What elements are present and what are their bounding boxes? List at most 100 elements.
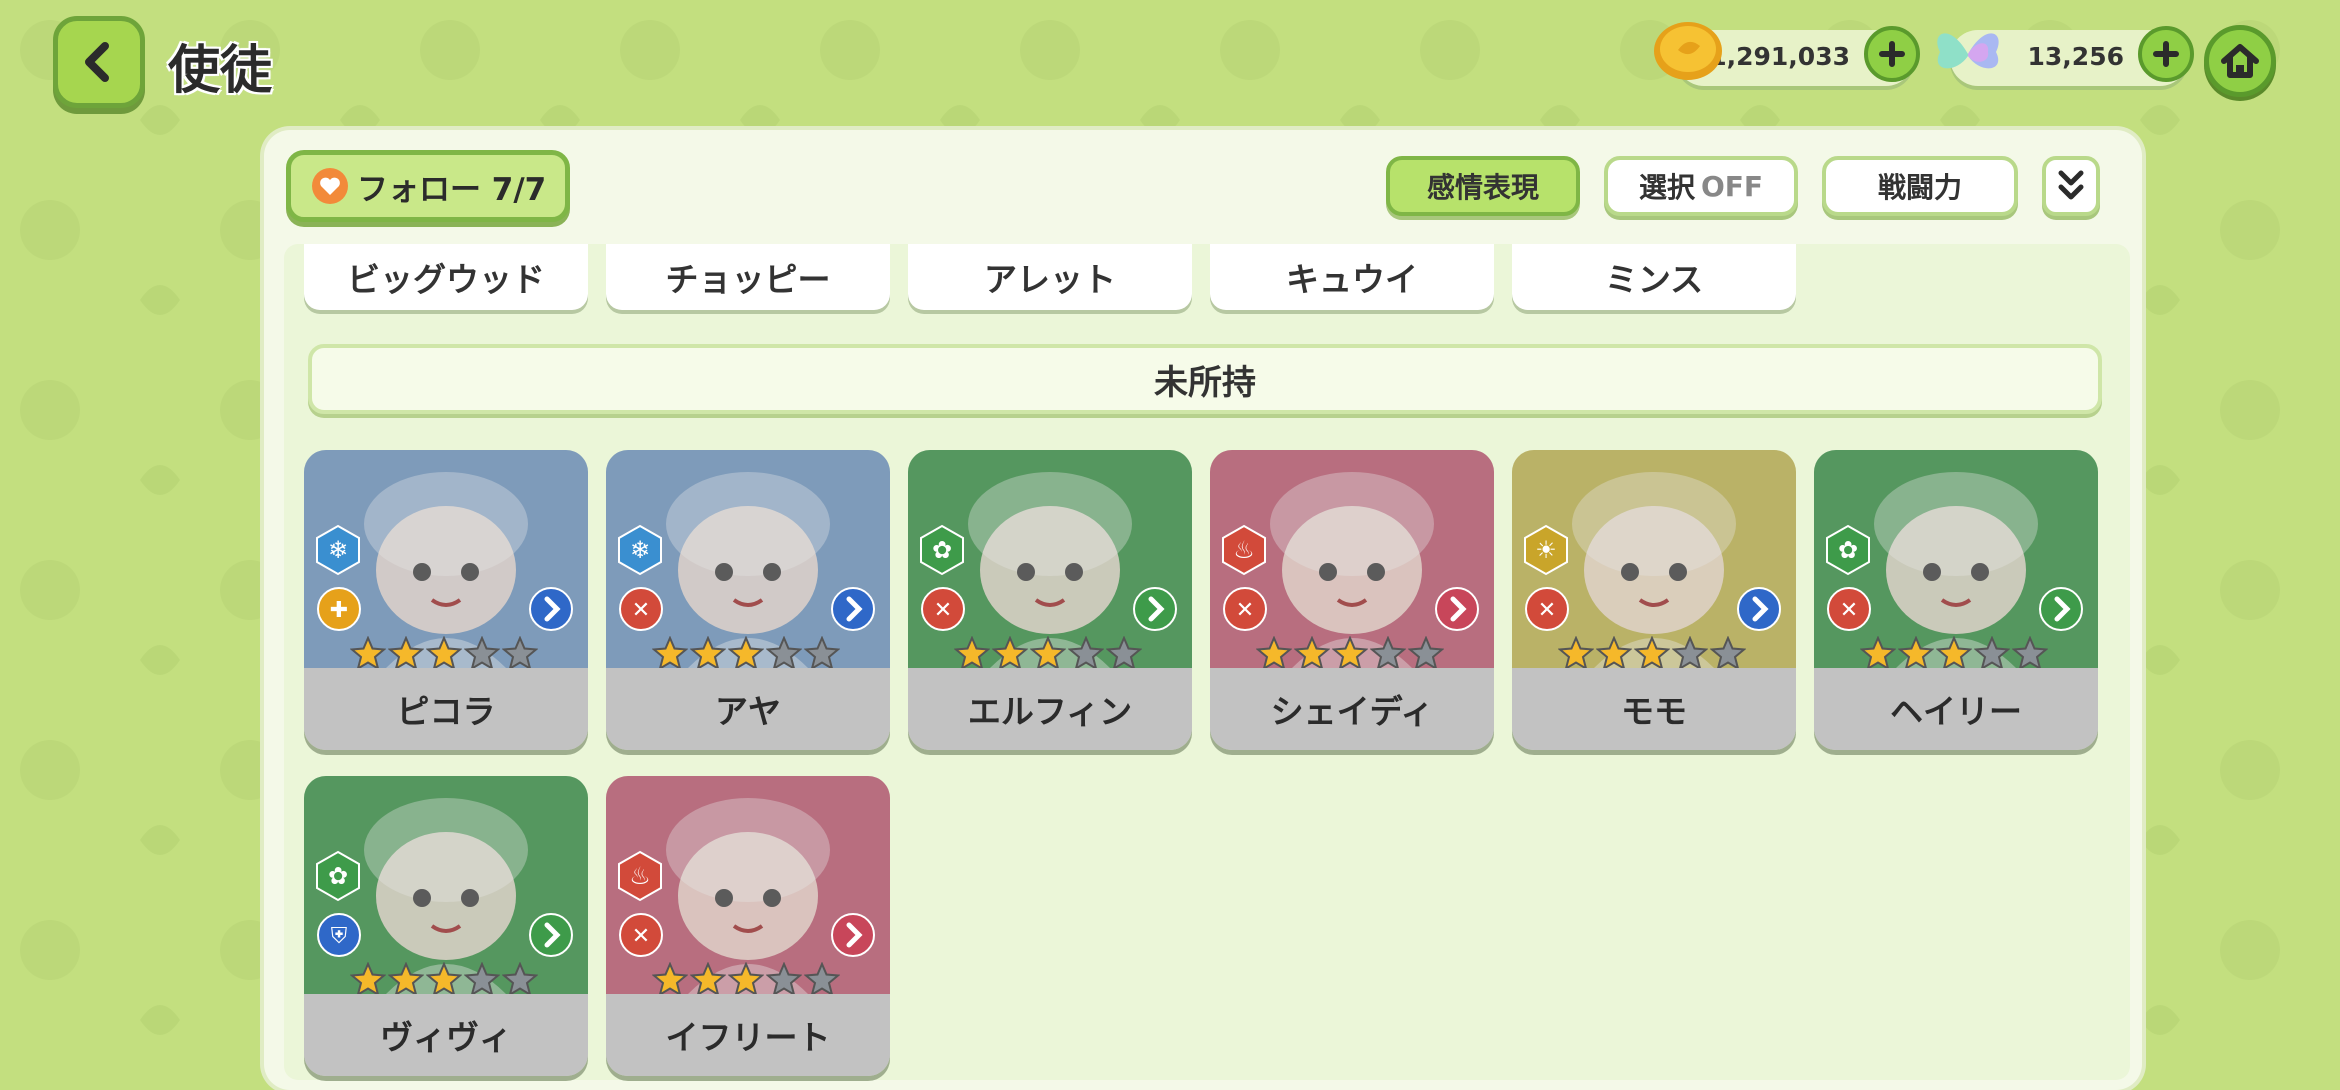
svg-text:✕: ✕ — [632, 924, 650, 949]
attack-role-icon: ✕ — [1826, 586, 1872, 632]
star-rating — [652, 962, 840, 998]
fire-element-icon: ♨ — [1220, 524, 1268, 576]
star-filled-icon — [652, 962, 688, 997]
gold-coin-icon — [1654, 22, 1722, 80]
character-card[interactable]: ♨ ✕ シェイディ — [1210, 450, 1494, 750]
chevron-left-icon — [85, 42, 109, 82]
character-name: ピコラ — [304, 668, 588, 750]
star-rating — [652, 636, 840, 672]
home-icon — [2221, 44, 2259, 78]
character-card[interactable]: ✿ ⛨ ヴィヴィ — [304, 776, 588, 1076]
gold-amount: 1,291,033 — [1709, 42, 1850, 71]
owned-character-tab[interactable]: チョッピー — [606, 244, 890, 310]
star-empty-icon — [804, 636, 840, 671]
star-empty-icon — [766, 636, 802, 671]
chevron-right-icon — [1132, 586, 1178, 632]
home-button[interactable] — [2204, 25, 2276, 97]
svg-text:❄: ❄ — [630, 536, 650, 564]
character-card[interactable]: ✿ ✕ エルフィン — [908, 450, 1192, 750]
star-empty-icon — [1408, 636, 1444, 671]
light-element-icon: ☀ — [1522, 524, 1570, 576]
chevron-right-icon — [830, 912, 876, 958]
nature-element-icon: ✿ — [314, 850, 362, 902]
svg-text:♨: ♨ — [1233, 536, 1255, 564]
expand-button[interactable] — [2042, 156, 2100, 216]
star-rating — [350, 962, 538, 998]
defense-role-icon: ⛨ — [316, 912, 362, 958]
chevron-right-icon — [1736, 586, 1782, 632]
character-card[interactable]: ♨ ✕ イフリート — [606, 776, 890, 1076]
svg-text:✕: ✕ — [1840, 598, 1858, 623]
chevron-right-icon — [528, 912, 574, 958]
svg-text:♨: ♨ — [629, 862, 651, 890]
star-filled-icon — [426, 636, 462, 671]
character-name: モモ — [1512, 668, 1796, 750]
star-filled-icon — [388, 962, 424, 997]
nature-element-icon: ✿ — [918, 524, 966, 576]
attack-role-icon: ✕ — [618, 912, 664, 958]
star-rating — [1256, 636, 1444, 672]
select-label: 選択 — [1638, 171, 1695, 204]
add-gem-button[interactable] — [2138, 26, 2194, 82]
svg-text:✿: ✿ — [1838, 536, 1858, 564]
star-empty-icon — [1710, 636, 1746, 671]
star-filled-icon — [1596, 636, 1632, 671]
double-chevron-down-icon — [2058, 170, 2084, 200]
owned-character-tab[interactable]: キュウイ — [1210, 244, 1494, 310]
character-card[interactable]: ✿ ✕ ヘイリー — [1814, 450, 2098, 750]
attack-role-icon: ✕ — [618, 586, 664, 632]
star-empty-icon — [502, 636, 538, 671]
character-name: エルフィン — [908, 668, 1192, 750]
butterfly-gem-icon — [1937, 33, 1999, 69]
back-button[interactable] — [53, 16, 145, 108]
select-toggle-button[interactable]: 選択 OFF — [1604, 156, 1798, 216]
star-rating — [1558, 636, 1746, 672]
svg-text:✿: ✿ — [932, 536, 952, 564]
attack-role-icon: ✕ — [920, 586, 966, 632]
support-role-icon: ✚ — [316, 586, 362, 632]
star-filled-icon — [350, 636, 386, 671]
star-filled-icon — [1898, 636, 1934, 671]
star-filled-icon — [992, 636, 1028, 671]
star-filled-icon — [1634, 636, 1670, 671]
unowned-label: 未所持 — [1154, 362, 1256, 403]
star-filled-icon — [1256, 636, 1292, 671]
star-rating — [1860, 636, 2048, 672]
star-empty-icon — [766, 962, 802, 997]
chevron-right-icon — [1434, 586, 1480, 632]
star-empty-icon — [464, 636, 500, 671]
svg-text:✕: ✕ — [1236, 598, 1254, 623]
star-filled-icon — [728, 636, 764, 671]
owned-character-tab[interactable]: ミンス — [1512, 244, 1796, 310]
star-empty-icon — [1974, 636, 2010, 671]
unowned-section-header: 未所持 — [308, 344, 2102, 414]
star-empty-icon — [1370, 636, 1406, 671]
character-card[interactable]: ☀ ✕ モモ — [1512, 450, 1796, 750]
attack-role-icon: ✕ — [1222, 586, 1268, 632]
star-filled-icon — [1558, 636, 1594, 671]
svg-text:✿: ✿ — [328, 862, 348, 890]
add-gold-button[interactable] — [1864, 26, 1920, 82]
star-filled-icon — [426, 962, 462, 997]
owned-character-tab[interactable]: アレット — [908, 244, 1192, 310]
star-empty-icon — [464, 962, 500, 997]
star-filled-icon — [1332, 636, 1368, 671]
nature-element-icon: ✿ — [1824, 524, 1872, 576]
star-rating — [350, 636, 538, 672]
combat-power-sort-button[interactable]: 戦闘力 — [1822, 156, 2018, 216]
owned-character-tab[interactable]: ビッグウッド — [304, 244, 588, 310]
follow-button[interactable]: フォロー 7/7 — [286, 150, 570, 222]
star-filled-icon — [388, 636, 424, 671]
character-card[interactable]: ❄ ✕ アヤ — [606, 450, 890, 750]
star-filled-icon — [690, 962, 726, 997]
character-name: シェイディ — [1210, 668, 1494, 750]
character-name: ヴィヴィ — [304, 994, 588, 1076]
character-card[interactable]: ❄ ✚ ピコラ — [304, 450, 588, 750]
plus-icon — [2153, 41, 2179, 67]
chevron-right-icon — [528, 586, 574, 632]
star-empty-icon — [1672, 636, 1708, 671]
star-empty-icon — [1068, 636, 1104, 671]
combat-power-label: 戦闘力 — [1877, 171, 1962, 204]
emotion-label: 感情表現 — [1426, 171, 1539, 204]
emotion-button[interactable]: 感情表現 — [1386, 156, 1580, 216]
